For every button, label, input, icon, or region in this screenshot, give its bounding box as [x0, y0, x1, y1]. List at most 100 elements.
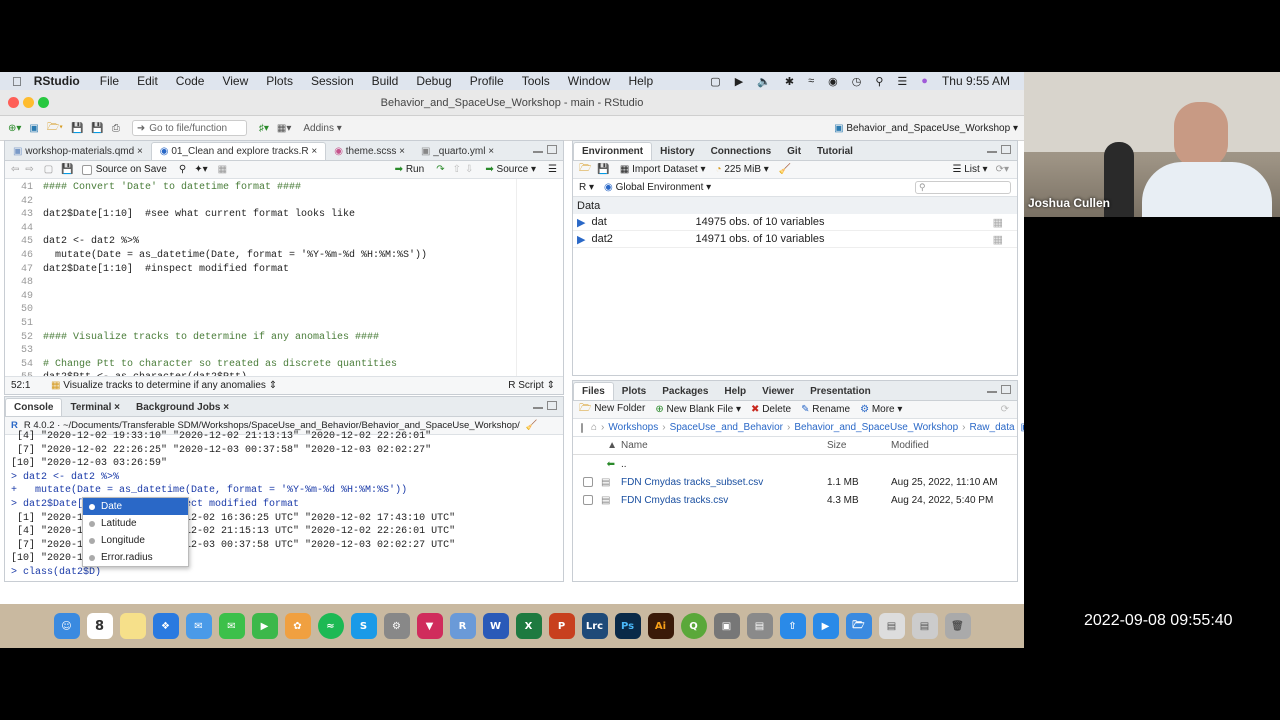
forward-icon[interactable]: ⇨: [25, 164, 33, 175]
close-window-button[interactable]: [8, 97, 19, 108]
more-menu[interactable]: ⚙ More ▾: [860, 404, 902, 415]
menu-app-name[interactable]: RStudio: [34, 74, 80, 88]
menu-help[interactable]: Help: [628, 74, 653, 88]
preview-icon[interactable]: ▤: [746, 613, 773, 639]
memory-usage[interactable]: ◔ 225 MiB ▾: [716, 164, 769, 175]
up-label[interactable]: ..: [621, 459, 627, 470]
apple-icon[interactable]: : [12, 74, 22, 89]
zoom-window-button[interactable]: [38, 97, 49, 108]
menu-edit[interactable]: Edit: [137, 74, 158, 88]
print-icon[interactable]: ⎙: [112, 123, 120, 134]
document-icon[interactable]: ▤: [878, 613, 905, 639]
tab-console[interactable]: Console: [5, 398, 63, 416]
save-icon[interactable]: 💾: [71, 123, 83, 134]
file-checkbox[interactable]: [583, 495, 593, 505]
sort-icon[interactable]: ▲: [573, 440, 621, 451]
addins-menu[interactable]: Addins ▾: [303, 123, 341, 134]
code-tools-icon[interactable]: ✦▾: [194, 164, 207, 175]
tab-workshop-materials[interactable]: ▣ workshop-materials.qmd ×: [5, 143, 151, 160]
minimize-pane-icon[interactable]: [987, 390, 997, 393]
bluetooth-icon[interactable]: ✱: [785, 75, 794, 88]
stack-icon[interactable]: ▤: [911, 613, 938, 639]
code-line[interactable]: 46 mutate(Date = as_datetime(Date, forma…: [5, 249, 516, 263]
tab-terminal[interactable]: Terminal ×: [62, 399, 128, 416]
calendar-icon[interactable]: 8: [86, 613, 113, 639]
import-dataset-menu[interactable]: ▦ Import Dataset ▾: [620, 164, 706, 175]
word-icon[interactable]: W: [482, 613, 509, 639]
downloads-folder-icon[interactable]: 🗁: [845, 613, 872, 639]
new-file-icon[interactable]: ⊕▾: [8, 123, 21, 134]
minimize-window-button[interactable]: [23, 97, 34, 108]
new-blank-file-button[interactable]: ⊕ New Blank File ▾: [655, 404, 741, 415]
minimize-pane-icon[interactable]: [533, 406, 543, 409]
user-icon[interactable]: ◉: [828, 75, 838, 88]
scope-menu[interactable]: ◉ Global Environment ▾: [604, 182, 711, 193]
file-row-up[interactable]: ⬅ ..: [573, 455, 1017, 473]
tab-git[interactable]: Git: [779, 143, 809, 160]
maximize-pane-icon[interactable]: [1001, 385, 1011, 394]
menu-file[interactable]: File: [100, 74, 119, 88]
source-button[interactable]: ➡ Source ▾: [485, 164, 536, 175]
env-search-input[interactable]: ⚲: [915, 181, 1011, 194]
finder-icon[interactable]: ☺: [53, 613, 80, 639]
menu-session[interactable]: Session: [311, 74, 354, 88]
tab-viewer[interactable]: Viewer: [754, 383, 802, 400]
section-menu[interactable]: ▦ Visualize tracks to determine if any a…: [51, 380, 277, 391]
delete-button[interactable]: ✖ Delete: [751, 404, 791, 415]
app-icon[interactable]: ▼: [416, 613, 443, 639]
rerun-icon[interactable]: ↷: [436, 164, 444, 175]
rename-button[interactable]: ✎ Rename: [801, 404, 850, 415]
code-line[interactable]: 45 dat2 <- dat2 %>%: [5, 235, 516, 249]
menu-tools[interactable]: Tools: [522, 74, 550, 88]
mail-icon[interactable]: ✉: [185, 613, 212, 639]
maximize-pane-icon[interactable]: [547, 401, 557, 410]
qgis-icon[interactable]: Q: [680, 613, 707, 639]
header-name[interactable]: Name: [621, 440, 827, 451]
settings-icon[interactable]: ⚙: [383, 613, 410, 639]
menu-view[interactable]: View: [222, 74, 248, 88]
outline-icon[interactable]: ☰: [548, 164, 557, 175]
clear-env-icon[interactable]: 🧹: [779, 164, 791, 175]
code-line[interactable]: 43 dat2$Date[1:10] #see what current form…: [5, 208, 516, 222]
tab-connections[interactable]: Connections: [703, 143, 780, 160]
load-workspace-icon[interactable]: 🗁: [579, 161, 591, 178]
autocomplete-item-longitude[interactable]: Longitude: [83, 532, 188, 549]
new-project-icon[interactable]: ▣: [29, 123, 38, 134]
find-icon[interactable]: ⚲: [179, 164, 186, 175]
tab-packages[interactable]: Packages: [654, 383, 716, 400]
menu-window[interactable]: Window: [568, 74, 611, 88]
excel-icon[interactable]: X: [515, 613, 542, 639]
code-line[interactable]: 50: [5, 303, 516, 317]
crumb-workshop[interactable]: Behavior_and_SpaceUse_Workshop: [794, 422, 958, 433]
file-checkbox[interactable]: [583, 477, 593, 487]
tab-theme-scss[interactable]: ◉ theme.scss ×: [326, 143, 413, 160]
env-row-dat2[interactable]: ▶ dat2 14971 obs. of 10 variables ▦: [573, 231, 1017, 248]
minimize-pane-icon[interactable]: [987, 150, 997, 153]
crumb-raw-data[interactable]: Raw_data: [970, 422, 1015, 433]
menubar-clock[interactable]: Thu 9:55 AM: [942, 74, 1010, 88]
messages-icon[interactable]: ✉: [218, 613, 245, 639]
tab-presentation[interactable]: Presentation: [802, 383, 879, 400]
lightroom-icon[interactable]: Lrc: [581, 613, 608, 639]
safari-icon[interactable]: ❖: [152, 613, 179, 639]
goto-file-input[interactable]: ➜ Go to file/function: [131, 120, 247, 136]
file-row[interactable]: ▤ FDN Cmydas tracks_subset.csv 1.1 MB Au…: [573, 473, 1017, 491]
r-project-icon[interactable]: ▣: [1021, 422, 1024, 433]
crumb-workshops[interactable]: Workshops: [608, 422, 658, 433]
tab-help[interactable]: Help: [716, 383, 754, 400]
refresh-files-icon[interactable]: ⟳: [1001, 404, 1009, 415]
control-center-icon[interactable]: ☰: [897, 75, 907, 88]
menu-plots[interactable]: Plots: [266, 74, 293, 88]
siri-icon[interactable]: ●: [921, 75, 928, 87]
code-line[interactable]: 47 dat2$Date[1:10] #inspect modified form…: [5, 263, 516, 277]
file-name[interactable]: FDN Cmydas tracks.csv: [621, 495, 827, 506]
file-row[interactable]: ▤ FDN Cmydas tracks.csv 4.3 MB Aug 24, 2…: [573, 491, 1017, 509]
code-line[interactable]: 48: [5, 276, 516, 290]
volume-icon[interactable]: 🔈: [757, 75, 771, 88]
run-button[interactable]: ➡ Run: [395, 164, 425, 175]
facetime-icon[interactable]: ▶: [251, 613, 278, 639]
clear-console-icon[interactable]: 🧹: [526, 420, 538, 431]
menu-profile[interactable]: Profile: [470, 74, 504, 88]
header-modified[interactable]: Modified: [891, 440, 929, 451]
screenshot-icon[interactable]: ▣: [713, 613, 740, 639]
